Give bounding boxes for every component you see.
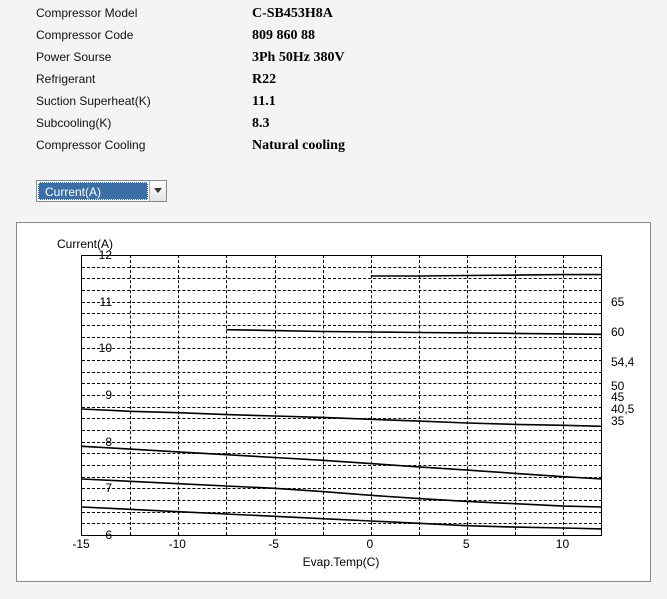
spec-label: Subcooling(K) bbox=[36, 116, 252, 130]
series-label: 54,4 bbox=[611, 355, 634, 369]
chart-panel: Current(A)6789101112-15-10-50510Evap.Tem… bbox=[16, 222, 651, 582]
spec-row: Suction Superheat(K)11.1 bbox=[36, 94, 663, 110]
spec-label: Refrigerant bbox=[36, 72, 252, 86]
spec-value: C-SB453H8A bbox=[252, 6, 333, 22]
dropdown-arrow-icon bbox=[149, 181, 166, 201]
spec-value: 3Ph 50Hz 380V bbox=[252, 50, 345, 66]
spec-row: Compressor Code809 860 88 bbox=[36, 28, 663, 44]
spec-value: R22 bbox=[252, 72, 276, 88]
x-tick: 10 bbox=[556, 537, 569, 551]
series-label: 50 bbox=[611, 379, 624, 393]
spec-value: Natural cooling bbox=[252, 138, 345, 154]
spec-label: Compressor Cooling bbox=[36, 138, 252, 152]
x-tick: 0 bbox=[367, 537, 374, 551]
spec-label: Compressor Model bbox=[36, 6, 252, 20]
y-tick: 9 bbox=[72, 388, 112, 402]
x-tick: -10 bbox=[169, 537, 186, 551]
y-tick: 7 bbox=[72, 481, 112, 495]
spec-row: Power Sourse3Ph 50Hz 380V bbox=[36, 50, 663, 66]
metric-select-value: Current(A) bbox=[38, 182, 148, 200]
spec-label: Power Sourse bbox=[36, 50, 252, 64]
y-tick: 8 bbox=[72, 435, 112, 449]
spec-label: Compressor Code bbox=[36, 28, 252, 42]
x-tick: -15 bbox=[72, 537, 89, 551]
x-axis-label: Evap.Temp(C) bbox=[81, 555, 601, 569]
spec-value: 11.1 bbox=[252, 94, 276, 110]
series-label: 65 bbox=[611, 295, 624, 309]
spec-table: Compressor ModelC-SB453H8ACompressor Cod… bbox=[0, 0, 667, 170]
spec-value: 809 860 88 bbox=[252, 28, 315, 44]
spec-row: Compressor ModelC-SB453H8A bbox=[36, 6, 663, 22]
x-tick: 5 bbox=[463, 537, 470, 551]
spec-row: Compressor CoolingNatural cooling bbox=[36, 138, 663, 154]
spec-value: 8.3 bbox=[252, 116, 270, 132]
spec-row: RefrigerantR22 bbox=[36, 72, 663, 88]
spec-label: Suction Superheat(K) bbox=[36, 94, 252, 108]
series-label: 60 bbox=[611, 325, 624, 339]
plot-area bbox=[81, 255, 602, 536]
y-tick: 10 bbox=[72, 341, 112, 355]
y-tick: 12 bbox=[72, 248, 112, 262]
x-tick: -5 bbox=[268, 537, 279, 551]
y-tick: 11 bbox=[72, 295, 112, 309]
metric-select[interactable]: Current(A) bbox=[36, 180, 167, 202]
spec-row: Subcooling(K)8.3 bbox=[36, 116, 663, 132]
